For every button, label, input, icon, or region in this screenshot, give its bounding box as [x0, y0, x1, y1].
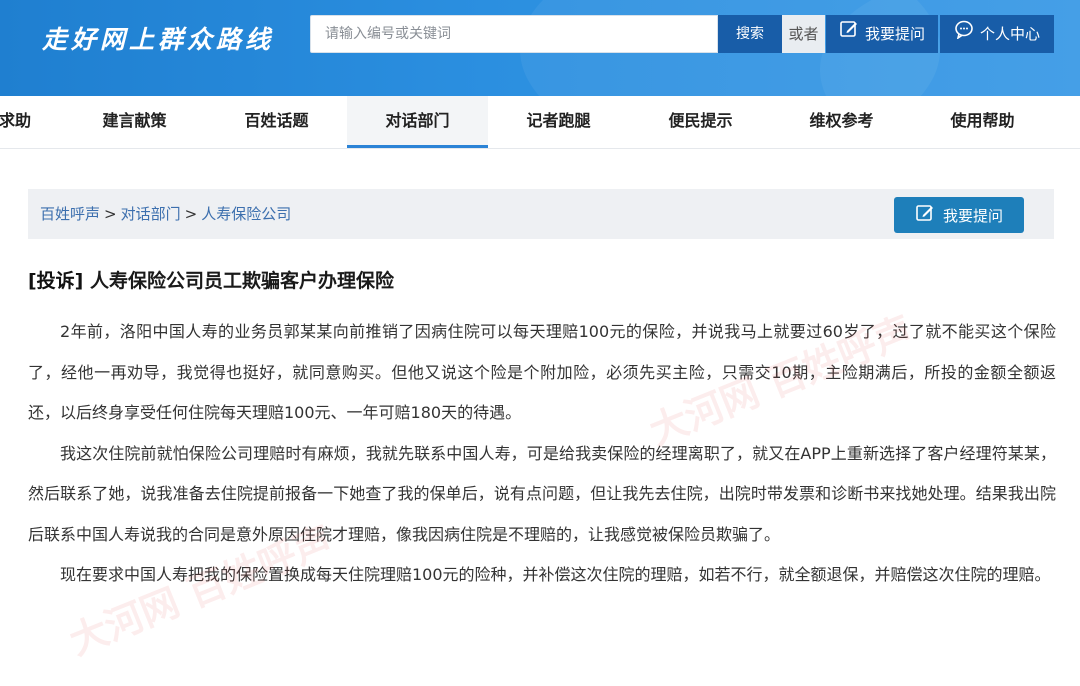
- breadcrumb-separator: >: [184, 205, 198, 223]
- or-label: 或者: [782, 15, 825, 53]
- article-paragraph: 我这次住院前就怕保险公司理赔时有麻烦，我就先联系中国人寿，可是给我卖保险的经理离…: [28, 443, 1056, 544]
- edit-icon: [915, 203, 935, 227]
- site-logo-title[interactable]: 走好网上群众路线: [42, 20, 274, 60]
- ask-question-label: 我要提问: [942, 206, 1003, 225]
- article-tag: [投诉]: [28, 270, 84, 292]
- breadcrumb-link-public-voice[interactable]: 百姓呼声: [40, 205, 100, 223]
- edit-icon: [839, 15, 859, 53]
- header-ask-question-button[interactable]: 我要提问: [826, 15, 938, 53]
- nav-item-help[interactable]: 求助: [0, 96, 60, 148]
- chat-bubble-icon: [954, 15, 974, 53]
- nav-item-convenience-tips[interactable]: 便民提示: [630, 96, 771, 148]
- nav-item-public-topics[interactable]: 百姓话题: [206, 96, 347, 148]
- breadcrumb-separator: >: [104, 205, 117, 223]
- breadcrumb: 百姓呼声 > 对话部门 > 人寿保险公司: [40, 189, 291, 239]
- site-header: 走好网上群众路线 搜索 或者 我要提问 个人中心: [0, 0, 1080, 96]
- search-input[interactable]: [310, 15, 718, 53]
- nav-item-reporter-errands[interactable]: 记者跑腿: [488, 96, 629, 148]
- article-body: 2年前，洛阳中国人寿的业务员郭某某向前推销了因病住院可以每天理赔100元的保险，…: [28, 312, 1056, 596]
- nav-item-suggestions[interactable]: 建言献策: [64, 96, 205, 148]
- main-nav: 求助 建言献策 百姓话题 对话部门 记者跑腿 便民提示 维权参考 使用帮助: [0, 96, 1080, 149]
- article-paragraph: 2年前，洛阳中国人寿的业务员郭某某向前推销了因病住院可以每天理赔100元的保险，…: [28, 322, 1056, 422]
- article-title: [投诉] 人寿保险公司员工欺骗客户办理保险: [28, 266, 394, 293]
- user-center-label: 个人中心: [979, 25, 1040, 43]
- ask-question-button[interactable]: 我要提问: [894, 197, 1024, 233]
- breadcrumb-bar: 百姓呼声 > 对话部门 > 人寿保险公司 我要提问: [28, 189, 1054, 239]
- user-center-button[interactable]: 个人中心: [940, 15, 1054, 53]
- article-title-text: 人寿保险公司员工欺骗客户办理保险: [90, 270, 395, 292]
- nav-item-rights-reference[interactable]: 维权参考: [771, 96, 912, 148]
- breadcrumb-link-life-insurance[interactable]: 人寿保险公司: [201, 205, 291, 223]
- header-ask-question-label: 我要提问: [864, 25, 925, 43]
- nav-item-usage-help[interactable]: 使用帮助: [912, 96, 1053, 148]
- search-button[interactable]: 搜索: [718, 15, 782, 53]
- article-paragraph: 现在要求中国人寿把我的保险置换成每天住院理赔100元的险种，并补偿这次住院的理赔…: [60, 565, 1051, 584]
- breadcrumb-link-dialogue-departments[interactable]: 对话部门: [121, 205, 181, 223]
- nav-item-dialogue-departments[interactable]: 对话部门: [347, 96, 488, 148]
